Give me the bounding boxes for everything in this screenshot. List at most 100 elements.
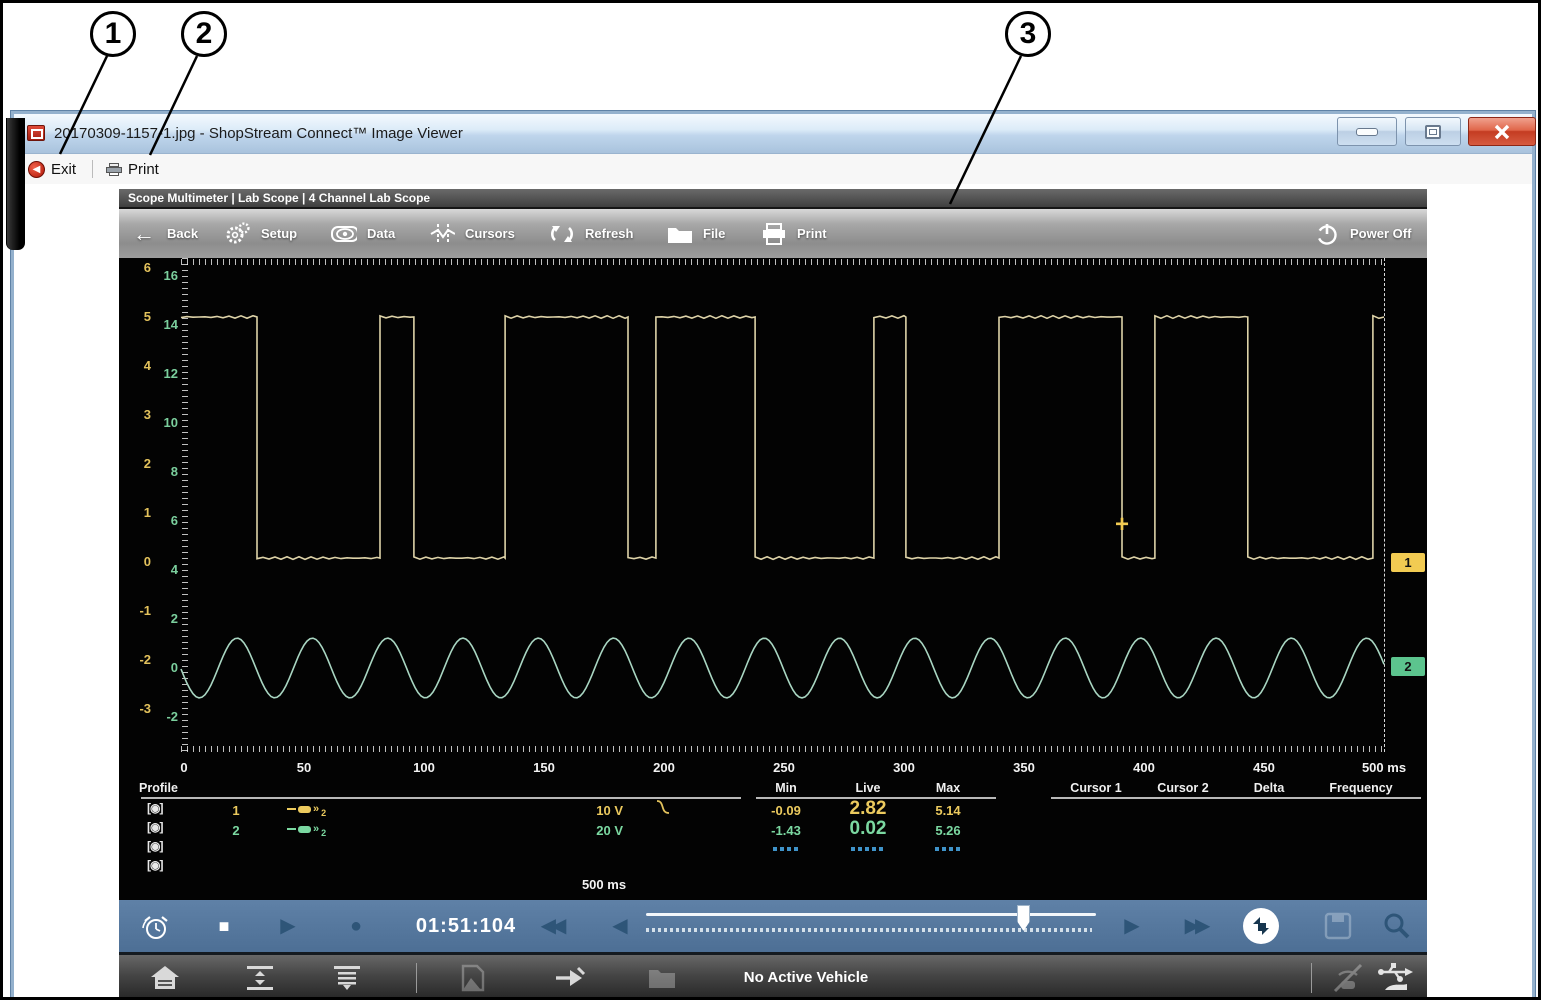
- play-button[interactable]: ▶: [273, 900, 303, 952]
- channel-1-badge-label: 1: [1404, 555, 1411, 570]
- home-button[interactable]: [149, 955, 181, 1000]
- column-max: Max: [911, 781, 985, 795]
- usb-connection-button[interactable]: [1377, 955, 1413, 1000]
- maximize-icon: [1425, 125, 1441, 139]
- ch3-min-placeholder: [773, 847, 799, 851]
- toolbar-file-button[interactable]: File: [667, 209, 725, 258]
- channel-2-badge[interactable]: 2: [1391, 657, 1425, 676]
- step-back-button[interactable]: ◀: [605, 900, 635, 952]
- seek-slider-texture: [646, 928, 1092, 932]
- x-axis-label: 50: [259, 760, 349, 775]
- channel-4-eye-toggle[interactable]: [◉]: [147, 858, 162, 872]
- toolbar-print-button[interactable]: Print: [761, 209, 827, 258]
- usb-icon: [1377, 962, 1413, 994]
- channel-1-trace[interactable]: [181, 316, 1384, 560]
- profile-separator: [141, 797, 741, 799]
- print-label: Print: [128, 161, 159, 178]
- close-button[interactable]: [1468, 117, 1536, 146]
- toolbar-data-label: Data: [367, 226, 395, 241]
- channel-3-eye-toggle[interactable]: [◉]: [147, 839, 162, 853]
- app-window: 20170309-1157-1.jpg - ShopStream Connect…: [11, 111, 1535, 1000]
- close-icon: [1493, 124, 1511, 140]
- toolbar-back-button[interactable]: ← Back: [131, 209, 198, 258]
- wireless-status-button[interactable]: [1331, 955, 1365, 1000]
- channel-1-badge[interactable]: 1: [1391, 553, 1425, 572]
- playback-bar: ■ ▶ ● 01:51:104 ◀◀ ◀ ▶ ▶▶: [119, 900, 1427, 952]
- side-pullout-tab[interactable]: [6, 118, 25, 250]
- x-axis-label: 400: [1099, 760, 1189, 775]
- toolbar-file-label: File: [703, 226, 725, 241]
- ch2-max-value: 5.26: [911, 823, 985, 838]
- data-transfer-button[interactable]: [554, 955, 586, 1000]
- minimize-button[interactable]: [1337, 117, 1397, 146]
- maximize-button[interactable]: [1405, 117, 1461, 146]
- callout-2: 2: [181, 11, 227, 57]
- x-axis-label: 250: [739, 760, 829, 775]
- callout-3-number: 3: [1020, 17, 1037, 51]
- exit-button[interactable]: ◀ Exit: [28, 154, 76, 184]
- scope-header: Scope Multimeter | Lab Scope | 4 Channel…: [119, 189, 1427, 207]
- expand-icon: [245, 964, 275, 992]
- x-axis-label: 150: [499, 760, 589, 775]
- column-frequency: Frequency: [1316, 781, 1406, 795]
- toolbar-back-label: Back: [167, 226, 198, 241]
- column-cursor1: Cursor 1: [1056, 781, 1136, 795]
- collapse-view-button[interactable]: [332, 955, 362, 1000]
- record-data-button[interactable]: [459, 955, 487, 1000]
- ch3-max-placeholder: [935, 847, 961, 851]
- ch1-trigger-slope-icon: [655, 799, 671, 815]
- toolbar-refresh-button[interactable]: Refresh: [549, 209, 633, 258]
- y-axis-ch1-label: -3: [125, 701, 151, 716]
- ch2-number: 2: [224, 823, 248, 838]
- y-axis-ch1-label: 5: [125, 309, 151, 324]
- printer-icon: [761, 221, 787, 247]
- toolbar-data-button[interactable]: Data: [331, 209, 395, 258]
- ch1-min-value: -0.09: [751, 803, 821, 818]
- toolbar-cursors-button[interactable]: Cursors: [429, 209, 515, 258]
- ch2-probe-icon: »2: [287, 824, 326, 834]
- y-axis-ch2-label: 14: [152, 317, 178, 332]
- review-timer-icon[interactable]: [141, 912, 171, 942]
- sweep-setting: 500 ms: [564, 877, 644, 892]
- stop-button[interactable]: ■: [209, 900, 239, 952]
- ch2-min-value: -1.43: [751, 823, 821, 838]
- toolbar-setup-label: Setup: [261, 226, 297, 241]
- channel-2-eye-toggle[interactable]: [◉]: [147, 820, 162, 834]
- y-axis-ch2-label: 2: [152, 611, 178, 626]
- waveform-canvas: [119, 258, 1427, 756]
- x-axis-label: 350: [979, 760, 1069, 775]
- app-icon: [27, 125, 45, 141]
- toolbar-power-off-label: Power Off: [1350, 226, 1411, 241]
- y-axis-ch1-label: 6: [125, 260, 151, 275]
- statusbar-divider-2: [1311, 963, 1312, 993]
- column-min: Min: [751, 781, 821, 795]
- toggle-view-button[interactable]: [1243, 908, 1279, 944]
- toolbar-refresh-label: Refresh: [585, 226, 633, 241]
- save-icon[interactable]: [1324, 912, 1352, 940]
- toolbar-power-off-button[interactable]: Power Off: [1314, 209, 1411, 258]
- record-button[interactable]: ●: [341, 900, 371, 952]
- y-axis-ch2-label: -2: [152, 709, 178, 724]
- step-forward-button[interactable]: ▶: [1117, 900, 1147, 952]
- channel-1-eye-toggle[interactable]: [◉]: [147, 801, 162, 815]
- ch1-number: 1: [224, 803, 248, 818]
- zoom-icon[interactable]: [1381, 911, 1411, 941]
- rewind-button[interactable]: ◀◀: [531, 900, 571, 952]
- column-cursor2: Cursor 2: [1143, 781, 1223, 795]
- document-icon: [459, 964, 487, 992]
- y-axis-ch2-label: 10: [152, 415, 178, 430]
- title-bar[interactable]: 20170309-1157-1.jpg - ShopStream Connect…: [14, 114, 1532, 154]
- print-button[interactable]: Print: [106, 154, 159, 184]
- profile-title: Profile: [139, 781, 199, 795]
- expand-view-button[interactable]: [245, 955, 275, 1000]
- toggle-view-icon: [1250, 915, 1272, 937]
- x-axis-label: 450: [1219, 760, 1309, 775]
- callout-1: 1: [90, 11, 136, 57]
- file-manager-button[interactable]: [647, 955, 677, 1000]
- scope-image: Scope Multimeter | Lab Scope | 4 Channel…: [119, 189, 1427, 1000]
- trace-cursor-cross[interactable]: +: [1115, 515, 1129, 535]
- channel-2-trace[interactable]: [181, 638, 1384, 698]
- toolbar-setup-button[interactable]: Setup: [225, 209, 297, 258]
- fast-forward-button[interactable]: ▶▶: [1175, 900, 1215, 952]
- ch2-live-value: 0.02: [831, 818, 905, 840]
